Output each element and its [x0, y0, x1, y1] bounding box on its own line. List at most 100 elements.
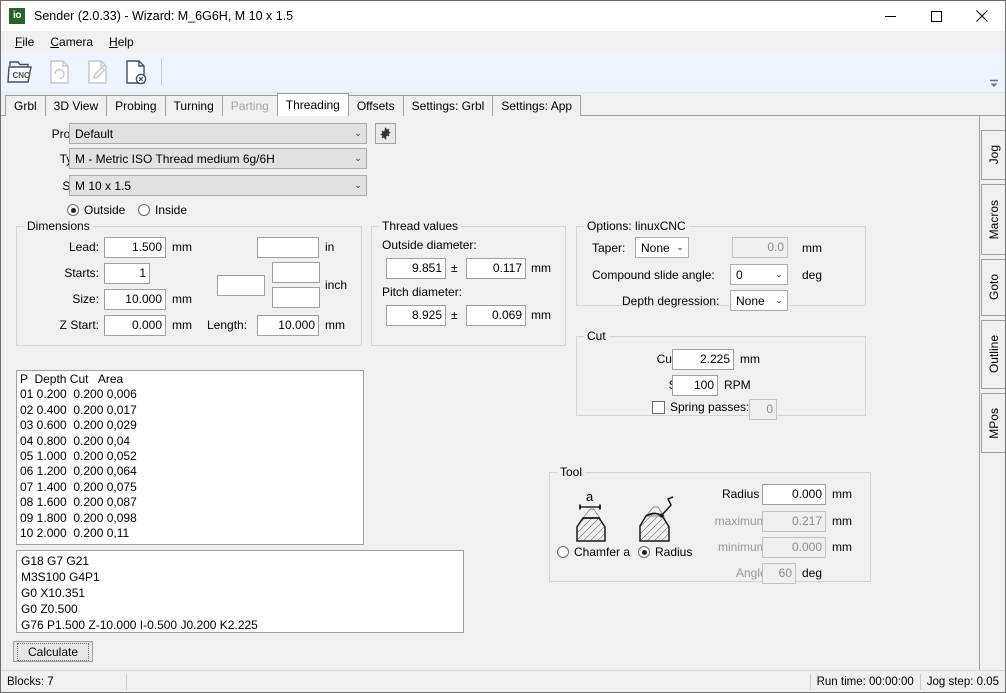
- close-button[interactable]: [959, 1, 1005, 31]
- compound-slide-angle-select[interactable]: 0 ⌄: [730, 264, 788, 285]
- tab-turning[interactable]: Turning: [164, 95, 223, 116]
- vtab-outline[interactable]: Outline: [981, 320, 1005, 389]
- cut-group-title: Cut: [584, 329, 609, 343]
- radius-r-input[interactable]: 0.000: [762, 484, 826, 505]
- menu-file[interactable]: File: [7, 33, 42, 51]
- radio-inside[interactable]: Inside: [138, 203, 187, 217]
- svg-text:a: a: [586, 489, 594, 504]
- size-dim-unit: mm: [172, 292, 192, 306]
- maximum-label: maximum:: [714, 514, 770, 528]
- radius-r-label: Radius r:: [721, 487, 770, 501]
- passes-table[interactable]: P Depth Cut Area 01 0.200 0.200 0,006 02…: [16, 370, 364, 545]
- tab-settings-app[interactable]: Settings: App: [492, 95, 582, 116]
- side-tab-strip: Jog Macros Goto Outline MPos: [979, 116, 1005, 670]
- radio-chamfer[interactable]: Chamfer a: [557, 545, 630, 559]
- radio-outside-dot: [67, 204, 79, 216]
- outside-diameter-input[interactable]: 9.851: [386, 258, 446, 279]
- pitch-diameter-plusminus: ±: [451, 308, 458, 322]
- chevron-down-icon: ⌄: [676, 242, 684, 252]
- dimensions-group: Dimensions Lead: 1.500 mm in Starts: 1 i…: [16, 219, 362, 346]
- toolbar-overflow-chevron-down-icon[interactable]: [987, 76, 1001, 90]
- zstart-label: Z Start:: [59, 318, 99, 332]
- vtab-macros[interactable]: Macros: [981, 184, 1005, 255]
- size-select[interactable]: M 10 x 1.5 ⌄: [69, 175, 367, 196]
- cut-depth-input[interactable]: 2.225: [672, 349, 734, 370]
- size-dim-label: Size:: [72, 292, 99, 306]
- vtab-mpos[interactable]: MPos: [981, 393, 1005, 453]
- tab-grbl[interactable]: Grbl: [5, 95, 46, 116]
- tab-threading[interactable]: Threading: [276, 93, 349, 116]
- outside-diameter-plusminus: ±: [451, 261, 458, 275]
- gcode-line: M3S100 G4P1: [21, 570, 100, 584]
- tab-offsets[interactable]: Offsets: [347, 95, 404, 116]
- depth-degression-value: None: [736, 293, 765, 308]
- cut-group: Cut Cut depth: 2.225 mm Spindle: 100 RPM…: [576, 329, 866, 420]
- pitch-diameter-tolerance-input[interactable]: 0.069: [466, 305, 526, 326]
- lead-inch-input[interactable]: [257, 237, 319, 258]
- outside-diameter-tolerance-input[interactable]: 0.117: [466, 258, 526, 279]
- status-blocks: Blocks: 7: [7, 675, 54, 688]
- edit-file-button[interactable]: [81, 55, 115, 89]
- starts-label: Starts:: [64, 266, 99, 280]
- gear-icon: [380, 127, 391, 140]
- table-row: 09 1.800 0.200 0,098: [20, 510, 137, 525]
- menu-camera[interactable]: Camera: [42, 33, 101, 51]
- outside-diameter-label: Outside diameter:: [382, 238, 477, 252]
- fraction-denominator-input[interactable]: [272, 287, 320, 308]
- type-select[interactable]: M - Metric ISO Thread medium 6g/6H ⌄: [69, 148, 367, 169]
- maximum-unit: mm: [832, 514, 852, 528]
- radio-chamfer-dot: [557, 546, 569, 558]
- lead-unit: mm: [172, 240, 192, 254]
- compound-slide-angle-label: Compound slide angle:: [592, 268, 715, 282]
- fraction-numerator-input[interactable]: [272, 262, 320, 283]
- vtab-outline-label: Outline: [986, 335, 1001, 374]
- lead-input[interactable]: 1.500: [104, 237, 166, 258]
- compound-slide-angle-unit: deg: [802, 268, 823, 282]
- length-unit: mm: [325, 318, 345, 332]
- tab-settings-grbl[interactable]: Settings: Grbl: [402, 95, 494, 116]
- radio-outside[interactable]: Outside: [67, 203, 125, 217]
- tpi-input[interactable]: [217, 275, 265, 296]
- pitch-diameter-input[interactable]: 8.925: [386, 305, 446, 326]
- profile-settings-button[interactable]: [375, 123, 396, 144]
- angle-unit: deg: [802, 566, 823, 580]
- tab-parting: Parting: [221, 95, 278, 116]
- spindle-unit: RPM: [724, 378, 751, 392]
- zstart-input[interactable]: 0.000: [104, 315, 166, 336]
- tab-3d-view[interactable]: 3D View: [44, 95, 108, 116]
- chevron-down-icon: ⌄: [354, 153, 362, 163]
- close-file-button[interactable]: [119, 55, 153, 89]
- menu-help-label: H: [109, 34, 118, 49]
- spring-passes-checkbox-box: [652, 400, 665, 414]
- vtab-goto[interactable]: Goto: [981, 259, 1005, 316]
- size-dim-input[interactable]: 10.000: [104, 289, 166, 310]
- tab-probing[interactable]: Probing: [106, 95, 166, 116]
- chevron-down-icon: ⌄: [354, 180, 362, 190]
- depth-degression-select[interactable]: None ⌄: [730, 290, 788, 311]
- menu-camera-label: C: [50, 34, 60, 49]
- open-cnc-file-button[interactable]: CNC: [5, 55, 39, 89]
- gcode-output[interactable]: G18 G7 G21 M3S100 G4P1 G0 X10.351 G0 Z0.…: [16, 550, 464, 633]
- spindle-input[interactable]: 100: [672, 375, 718, 396]
- depth-degression-label: Depth degression:: [622, 294, 720, 308]
- dimensions-group-title: Dimensions: [24, 219, 93, 233]
- toolbar-separator: [161, 59, 162, 85]
- table-row: 06 1.200 0.200 0,064: [20, 464, 137, 479]
- menu-help[interactable]: Help: [101, 33, 142, 51]
- chamfer-tool-icon: a: [564, 489, 618, 548]
- vtab-jog[interactable]: Jog: [981, 130, 1005, 180]
- status-bar: Blocks: 7 Run time: 00:00:00 Jog step: 0…: [1, 670, 1005, 692]
- minimize-button[interactable]: [867, 1, 913, 31]
- angle-label: Angle:: [735, 566, 770, 580]
- zstart-unit: mm: [172, 318, 192, 332]
- gcode-line: G76 P1.500 Z-10.000 I-0.500 J0.200 K2.22…: [21, 618, 258, 632]
- reload-file-button[interactable]: [43, 55, 77, 89]
- taper-select[interactable]: None ⌄: [635, 237, 689, 258]
- table-row: 03 0.600 0.200 0,029: [20, 418, 137, 433]
- length-input[interactable]: 10.000: [257, 315, 319, 336]
- starts-input[interactable]: 1: [104, 263, 150, 284]
- maximize-button[interactable]: [913, 1, 959, 31]
- spring-passes-checkbox[interactable]: Spring passes:: [652, 400, 749, 414]
- calculate-button[interactable]: Calculate: [13, 641, 93, 662]
- profile-select[interactable]: Default ⌄: [69, 123, 367, 144]
